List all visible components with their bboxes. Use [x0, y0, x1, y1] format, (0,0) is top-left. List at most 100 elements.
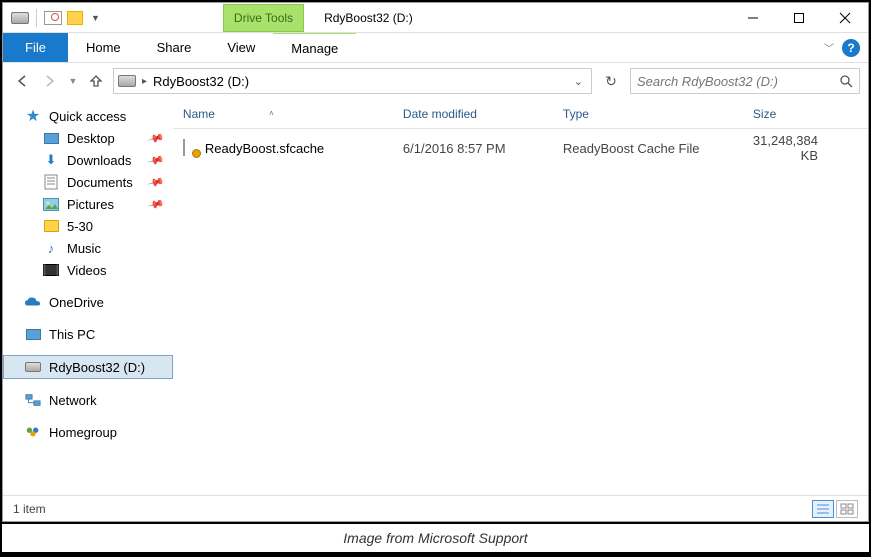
navpane-label: 5-30 — [67, 219, 93, 234]
quick-access-toolbar: ▼ — [3, 9, 103, 27]
back-button[interactable] — [11, 70, 33, 92]
up-button[interactable] — [85, 70, 107, 92]
qat-divider — [36, 9, 37, 27]
navpane-label: Pictures — [67, 197, 114, 212]
search-box[interactable] — [630, 68, 860, 94]
star-icon: ★ — [25, 108, 41, 124]
drive-icon — [25, 359, 41, 375]
navpane-downloads[interactable]: ⬇ Downloads 📌 — [3, 149, 173, 171]
explorer-window: ▼ Drive Tools RdyBoost32 (D:) File Home … — [2, 2, 869, 522]
navpane-label: RdyBoost32 (D:) — [49, 360, 145, 375]
search-input[interactable] — [637, 74, 839, 89]
column-label: Type — [563, 107, 589, 121]
navpane-network[interactable]: Network — [3, 389, 173, 411]
navpane-quick-access[interactable]: ★ Quick access — [3, 105, 173, 127]
column-header-type[interactable]: Type — [553, 107, 743, 121]
file-row[interactable]: ReadyBoost.sfcache 6/1/2016 8:57 PM Read… — [173, 129, 868, 167]
navpane-label: Network — [49, 393, 97, 408]
caption-text: Image from Microsoft Support — [2, 524, 869, 552]
column-header-name[interactable]: Name ˄ — [173, 107, 393, 121]
navpane-this-pc[interactable]: This PC — [3, 323, 173, 345]
pin-icon: 📌 — [147, 151, 165, 169]
navpane-label: OneDrive — [49, 295, 104, 310]
column-label: Date modified — [403, 107, 477, 121]
pin-icon: 📌 — [147, 129, 165, 147]
address-history-dropdown[interactable]: ⌄ — [570, 75, 587, 88]
qat-customize-dropdown[interactable]: ▼ — [88, 13, 103, 23]
item-count-label: 1 item — [13, 502, 46, 516]
navpane-onedrive[interactable]: OneDrive — [3, 291, 173, 313]
column-header-size[interactable]: Size — [743, 107, 868, 121]
onedrive-icon — [25, 294, 41, 310]
file-name: ReadyBoost.sfcache — [205, 141, 324, 156]
search-icon — [839, 74, 853, 88]
new-folder-button[interactable] — [66, 9, 84, 27]
sort-ascending-icon: ˄ — [269, 109, 274, 118]
view-layout-buttons — [812, 500, 858, 518]
status-bar: 1 item — [3, 495, 868, 521]
music-icon: ♪ — [43, 240, 59, 256]
tab-view[interactable]: View — [209, 33, 273, 62]
documents-icon — [43, 174, 59, 190]
navpane-label: Videos — [67, 263, 107, 278]
close-button[interactable] — [822, 3, 868, 32]
navpane-label: Documents — [67, 175, 133, 190]
this-pc-icon — [25, 326, 41, 342]
navpane-homegroup[interactable]: Homegroup — [3, 421, 173, 443]
navpane-documents[interactable]: Documents 📌 — [3, 171, 173, 193]
navpane-music[interactable]: ♪ Music — [3, 237, 173, 259]
folder-icon — [43, 218, 59, 234]
contextual-tab-label: Drive Tools — [234, 11, 293, 25]
videos-icon — [43, 262, 59, 278]
pictures-icon — [43, 196, 59, 212]
navpane-label: Music — [67, 241, 101, 256]
cache-file-icon — [183, 140, 199, 156]
system-buttons — [730, 3, 868, 32]
large-icons-view-button[interactable] — [836, 500, 858, 518]
tab-file[interactable]: File — [3, 33, 68, 62]
contextual-tab-drive-tools: Drive Tools — [223, 4, 304, 32]
navpane-videos[interactable]: Videos — [3, 259, 173, 281]
desktop-icon — [43, 130, 59, 146]
navigation-bar: ▼ ▸ RdyBoost32 (D:) ⌄ ↻ — [3, 63, 868, 99]
navpane-label: Desktop — [67, 131, 115, 146]
help-icon[interactable]: ? — [842, 39, 860, 57]
minimize-button[interactable] — [730, 3, 776, 32]
navpane-label: This PC — [49, 327, 95, 342]
navpane-label: Homegroup — [49, 425, 117, 440]
ribbon-collapse-button[interactable]: ﹀ — [820, 36, 838, 59]
navpane-folder-530[interactable]: 5-30 — [3, 215, 173, 237]
refresh-button[interactable]: ↻ — [598, 68, 624, 94]
navpane-rdyboost-drive[interactable]: RdyBoost32 (D:) — [3, 355, 173, 379]
breadcrumb-location[interactable]: RdyBoost32 (D:) — [153, 74, 249, 89]
navpane-label: Downloads — [67, 153, 131, 168]
tab-home[interactable]: Home — [68, 33, 139, 62]
details-view-button[interactable] — [812, 500, 834, 518]
navpane-pictures[interactable]: Pictures 📌 — [3, 193, 173, 215]
address-bar[interactable]: ▸ RdyBoost32 (D:) ⌄ — [113, 68, 592, 94]
navpane-label: Quick access — [49, 109, 126, 124]
address-drive-icon — [118, 75, 136, 87]
window-title: RdyBoost32 (D:) — [324, 11, 730, 25]
downloads-icon: ⬇ — [43, 152, 59, 168]
file-date: 6/1/2016 8:57 PM — [393, 141, 553, 156]
forward-button[interactable] — [39, 70, 61, 92]
tab-share[interactable]: Share — [139, 33, 210, 62]
properties-button[interactable] — [44, 9, 62, 27]
column-headers: Name ˄ Date modified Type Size — [173, 99, 868, 129]
explorer-body: ★ Quick access Desktop 📌 ⬇ Downloads 📌 D… — [3, 99, 868, 495]
breadcrumb-separator-icon[interactable]: ▸ — [142, 76, 147, 87]
navpane-desktop[interactable]: Desktop 📌 — [3, 127, 173, 149]
tab-manage[interactable]: Manage — [273, 33, 356, 62]
navigation-pane: ★ Quick access Desktop 📌 ⬇ Downloads 📌 D… — [3, 99, 173, 495]
title-bar: ▼ Drive Tools RdyBoost32 (D:) — [3, 3, 868, 33]
homegroup-icon — [25, 424, 41, 440]
recent-locations-dropdown[interactable]: ▼ — [67, 70, 79, 92]
file-size: 31,248,384 KB — [743, 133, 868, 163]
file-list-pane: Name ˄ Date modified Type Size ReadyBoos… — [173, 99, 868, 495]
ribbon-tabs: File Home Share View Manage ﹀ ? — [3, 33, 868, 63]
column-header-date[interactable]: Date modified — [393, 107, 553, 121]
file-type: ReadyBoost Cache File — [553, 141, 743, 156]
pin-icon: 📌 — [147, 173, 165, 191]
maximize-button[interactable] — [776, 3, 822, 32]
